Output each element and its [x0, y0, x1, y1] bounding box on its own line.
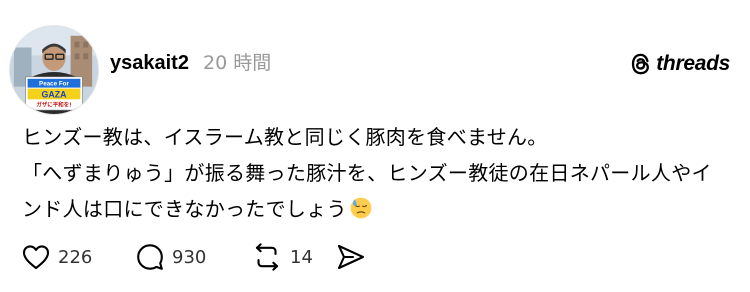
threads-wordmark: threads	[656, 52, 730, 75]
repost-icon	[255, 243, 279, 271]
post-actions: 226 930 14	[22, 240, 366, 274]
sign-line1: Peace For	[39, 81, 69, 88]
sign-line2: GAZA	[42, 89, 68, 99]
threads-post: Peace For GAZA ガザに平和を! ysakait2 20 時間 th…	[0, 0, 750, 292]
like-count: 226	[58, 246, 93, 268]
speech-bubble-icon	[137, 244, 163, 270]
post-timestamp[interactable]: 20 時間	[203, 49, 271, 77]
like-button[interactable]: 226	[22, 244, 136, 270]
sign-line3: ガザに平和を!	[36, 101, 71, 109]
post-body: ヒンズー教は、イスラーム教と同じく豚肉を食べません。 「へずまりゅう」が振る舞っ…	[22, 119, 740, 227]
avatar[interactable]: Peace For GAZA ガザに平和を!	[9, 25, 99, 115]
reply-button[interactable]: 930	[136, 243, 252, 271]
avatar-photo: Peace For GAZA ガザに平和を!	[10, 26, 98, 114]
send-icon	[337, 244, 365, 270]
share-button[interactable]	[336, 243, 366, 271]
heart-icon	[22, 245, 50, 270]
repost-count: 14	[290, 246, 313, 268]
threads-brand[interactable]: threads	[630, 49, 730, 79]
post-text-line: 「へずまりゅう」が振る舞った豚汁を、ヒンズー教徒の在日ネパール人やイ	[22, 161, 712, 185]
post-text-line-last: ンド人は口にできなかったでしょう	[22, 191, 740, 227]
downcast-sweat-face-emoji	[350, 197, 372, 219]
post-text-line-content: ンド人は口にできなかったでしょう	[22, 197, 347, 221]
repost-button[interactable]: 14	[252, 243, 336, 271]
reply-count: 930	[172, 246, 207, 268]
username[interactable]: ysakait2	[110, 49, 189, 77]
post-text-line: ヒンズー教は、イスラーム教と同じく豚肉を食べません。	[22, 125, 548, 149]
threads-logo-icon	[632, 53, 650, 75]
